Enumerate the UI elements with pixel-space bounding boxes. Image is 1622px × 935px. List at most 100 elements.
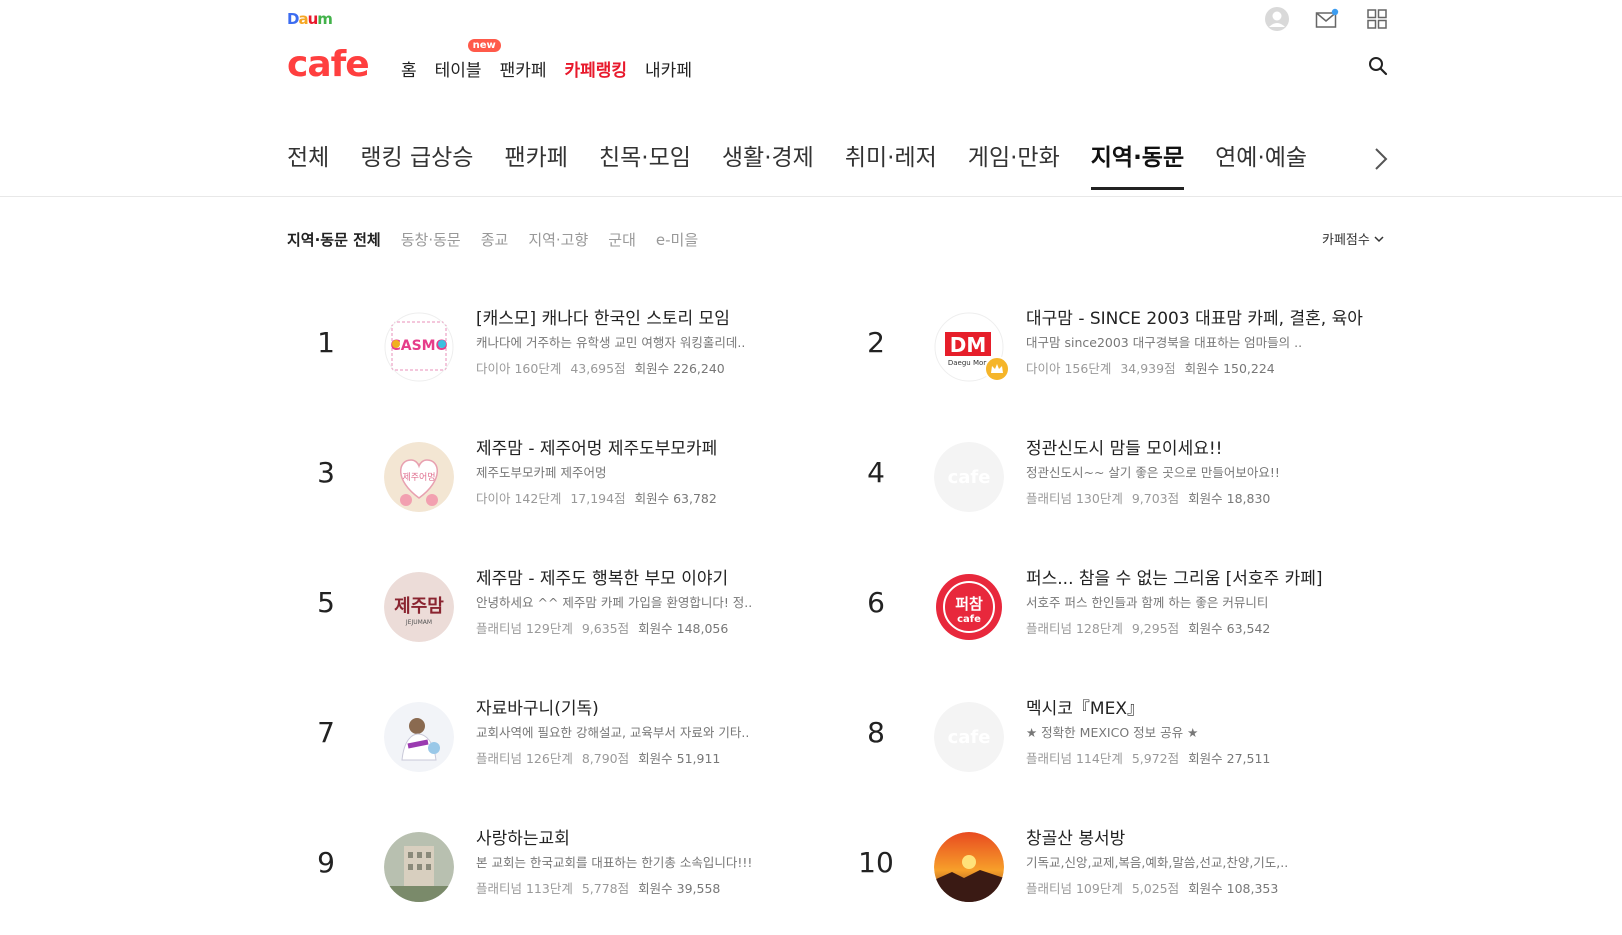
- cafe-meta: 다이아 156단계 34,939점 회원수 150,224: [1026, 358, 1366, 377]
- subtab-military[interactable]: 군대: [608, 229, 636, 250]
- tab-game-comics[interactable]: 게임·만화: [968, 138, 1060, 190]
- nav-cafe-ranking[interactable]: 카페랭킹: [564, 56, 627, 81]
- ranking-item[interactable]: 6 퍼참 cafe 퍼스... 참을 수 없는 그리움 [서호주 카페] 서호주 …: [849, 568, 1369, 648]
- svg-text:cafe: cafe: [948, 467, 991, 488]
- cafe-meta: 다이아 142단계 17,194점 회원수 63,782: [476, 488, 816, 507]
- ranking-item[interactable]: 4 cafe 정관신도시 맘들 모이세요!! 정관신도시~~ 살기 좋은 곳으로…: [849, 438, 1369, 518]
- cafe-meta: 플래티넘 128단계 9,295점 회원수 63,542: [1026, 618, 1366, 637]
- cafe-score: 5,972점: [1131, 751, 1180, 766]
- cafe-meta: 플래티넘 109단계 5,025점 회원수 108,353: [1026, 878, 1366, 897]
- sort-label: 카페점수: [1322, 233, 1370, 248]
- cafe-members: 회원수 63,782: [634, 491, 717, 506]
- tab-entertainment-arts[interactable]: 연예·예술: [1215, 138, 1307, 190]
- cafe-thumbnail[interactable]: CASMO: [384, 312, 454, 382]
- tab-fancafe[interactable]: 팬카페: [504, 138, 567, 190]
- cafe-title[interactable]: 사랑하는교회: [476, 828, 816, 850]
- nav-fancafe[interactable]: 팬카페: [500, 56, 547, 81]
- nav-my-cafe[interactable]: 내카페: [645, 56, 692, 81]
- profile-icon[interactable]: [1264, 6, 1290, 32]
- cafe-description: ★ 정확한 MEXICO 정보 공유 ★: [1026, 725, 1199, 740]
- cafe-thumbnail[interactable]: [934, 832, 1004, 902]
- page: Daum cafe 홈 테이블 new 팬카페 카페랭킹 내카페 전체 랭킹 급…: [0, 0, 1622, 935]
- tab-life-economy[interactable]: 생활·경제: [722, 138, 814, 190]
- ranking-item[interactable]: 3 제주어멍 제주맘 - 제주어멍 제주도부모카페 제주도부모카페 제주어멍 다…: [299, 438, 819, 518]
- nav-table[interactable]: 테이블 new: [435, 39, 501, 81]
- cafe-thumbnail[interactable]: 제주맘 JEJUMAM: [384, 572, 454, 642]
- subtab-alumni[interactable]: 동창·동문: [401, 229, 461, 250]
- cafe-meta: 플래티넘 129단계 9,635점 회원수 148,056: [476, 618, 816, 637]
- cafe-description: 제주도부모카페 제주어멍: [476, 465, 607, 480]
- tab-all[interactable]: 전체: [287, 138, 329, 190]
- ranking-item[interactable]: 9 사랑하는교회 본 교회는 한국교회를 대표하는 한기총 소속입니다!!! 플…: [299, 828, 819, 908]
- cafe-title[interactable]: 제주맘 - 제주도 행복한 부모 이야기: [476, 568, 816, 590]
- rank-number: 6: [867, 586, 885, 619]
- cafe-title[interactable]: 자료바구니(기독): [476, 698, 816, 720]
- cafe-title[interactable]: [캐스모] 캐나다 한국인 스토리 모임: [476, 308, 816, 330]
- svg-text:cafe: cafe: [957, 614, 981, 625]
- ranking-item[interactable]: 7 자료바구니(기독) 교회사역에 필요한 강해설교, 교육부서 자료와 기타.…: [299, 698, 819, 778]
- rank-number: 4: [867, 456, 885, 489]
- cafe-thumbnail[interactable]: 퍼참 cafe: [934, 572, 1004, 642]
- ranking-item[interactable]: 8 cafe 멕시코『MEX』 ★ 정확한 MEXICO 정보 공유 ★ 플래티…: [849, 698, 1369, 778]
- nav-home[interactable]: 홈: [401, 56, 417, 81]
- cafe-score: 5,025점: [1131, 881, 1180, 896]
- rank-number: 9: [317, 846, 335, 879]
- cafe-description: 대구맘 since2003 대구경북을 대표하는 엄마들의 ..: [1026, 335, 1303, 350]
- cafe-score: 9,635점: [581, 621, 630, 636]
- subtab-religion[interactable]: 종교: [481, 229, 509, 250]
- cafe-title[interactable]: 멕시코『MEX』: [1026, 698, 1366, 720]
- subtab-hometown[interactable]: 지역·고향: [528, 229, 588, 250]
- tab-friendship[interactable]: 친목·모임: [599, 138, 691, 190]
- cafe-title[interactable]: 대구맘 - SINCE 2003 대표맘 카페, 결혼, 육아: [1026, 308, 1366, 330]
- tab-region-alumni[interactable]: 지역·동문: [1090, 138, 1185, 190]
- chevron-right-icon[interactable]: [1370, 144, 1392, 174]
- cafe-score: 17,194점: [570, 491, 626, 506]
- cafe-title[interactable]: 창골산 봉서방: [1026, 828, 1366, 850]
- rank-number: 1: [317, 326, 335, 359]
- top-icon-bar: [1264, 6, 1390, 32]
- sort-dropdown[interactable]: 카페점수: [1322, 229, 1384, 248]
- cafe-thumbnail[interactable]: 제주어멍: [384, 442, 454, 512]
- search-icon[interactable]: [1368, 56, 1390, 78]
- subtab-e-village[interactable]: e-미을: [656, 229, 698, 250]
- chevron-down-icon: [1374, 235, 1384, 242]
- divider: [0, 196, 1622, 197]
- ranking-item[interactable]: 1 CASMO [캐스모] 캐나다 한국인 스토리 모임 캐나다에 거주하는 유…: [299, 308, 819, 388]
- cafe-logo[interactable]: cafe: [287, 44, 370, 85]
- cafe-score: 9,703점: [1131, 491, 1180, 506]
- cafe-score: 5,778점: [581, 881, 630, 896]
- cafe-info: 제주맘 - 제주도 행복한 부모 이야기 안녕하세요 ^^ 제주맘 카페 가입을…: [476, 568, 816, 637]
- cafe-description: 안녕하세요 ^^ 제주맘 카페 가입을 환영합니다! 정..: [476, 595, 753, 610]
- rank-number: 3: [317, 456, 335, 489]
- ranking-item[interactable]: 5 제주맘 JEJUMAM 제주맘 - 제주도 행복한 부모 이야기 안녕하세요 …: [299, 568, 819, 648]
- cafe-title[interactable]: 퍼스... 참을 수 없는 그리움 [서호주 카페]: [1026, 568, 1366, 590]
- apps-grid-icon[interactable]: [1364, 6, 1390, 32]
- tab-hobby-leisure[interactable]: 취미·레저: [845, 138, 937, 190]
- daum-logo[interactable]: Daum: [287, 10, 333, 28]
- cafe-info: 제주맘 - 제주어멍 제주도부모카페 제주도부모카페 제주어멍 다이아 142단…: [476, 438, 816, 507]
- rank-number: 10: [858, 846, 894, 879]
- cafe-description: 캐나다에 거주하는 유학생 교민 여행자 워킹홀리데..: [476, 335, 746, 350]
- mail-icon[interactable]: [1314, 6, 1340, 32]
- ranking-item[interactable]: 2 DM Daegu Mom 대구맘 - SINCE 2003 대표맘 카페, 결…: [849, 308, 1369, 388]
- cafe-thumbnail[interactable]: cafe: [934, 702, 1004, 772]
- cafe-description: 정관신도시~~ 살기 좋은 곳으로 만들어보아요!!: [1026, 465, 1280, 480]
- cafe-thumbnail[interactable]: [384, 832, 454, 902]
- cafe-thumbnail[interactable]: cafe: [934, 442, 1004, 512]
- cafe-grade: 플래티넘 126단계: [476, 751, 573, 766]
- sub-tabs: 지역·동문 전체 동창·동문 종교 지역·고향 군대 e-미을: [287, 229, 698, 250]
- cafe-title[interactable]: 정관신도시 맘들 모이세요!!: [1026, 438, 1366, 460]
- cafe-meta: 플래티넘 114단계 5,972점 회원수 27,511: [1026, 748, 1366, 767]
- cafe-thumbnail[interactable]: [384, 702, 454, 772]
- cafe-meta: 플래티넘 126단계 8,790점 회원수 51,911: [476, 748, 816, 767]
- cafe-members: 회원수 150,224: [1184, 361, 1275, 376]
- cafe-info: 자료바구니(기독) 교회사역에 필요한 강해설교, 교육부서 자료와 기타.. …: [476, 698, 816, 767]
- cafe-info: 사랑하는교회 본 교회는 한국교회를 대표하는 한기총 소속입니다!!! 플래티…: [476, 828, 816, 897]
- new-badge: new: [467, 39, 501, 52]
- ranking-item[interactable]: 10 창골산 봉서방 기독교,신앙,교제,복음,예화,말씀,선교,찬양,기도,.…: [849, 828, 1369, 908]
- cafe-info: [캐스모] 캐나다 한국인 스토리 모임 캐나다에 거주하는 유학생 교민 여행…: [476, 308, 816, 377]
- cafe-info: 멕시코『MEX』 ★ 정확한 MEXICO 정보 공유 ★ 플래티넘 114단계…: [1026, 698, 1366, 767]
- tab-ranking-rising[interactable]: 랭킹 급상승: [360, 138, 473, 190]
- subtab-region-all[interactable]: 지역·동문 전체: [287, 229, 381, 250]
- cafe-title[interactable]: 제주맘 - 제주어멍 제주도부모카페: [476, 438, 816, 460]
